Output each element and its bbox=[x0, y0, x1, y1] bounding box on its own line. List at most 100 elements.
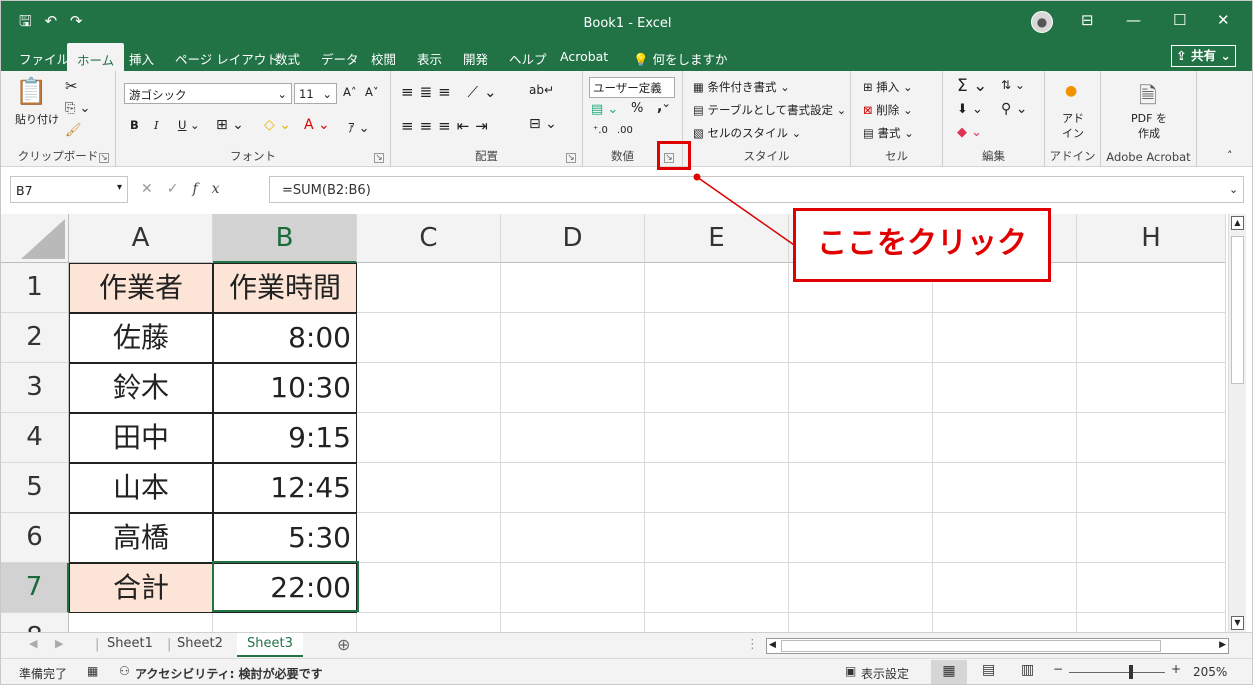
cell-b4[interactable]: 9:15 bbox=[213, 413, 357, 463]
zoom-in-icon[interactable]: + bbox=[1171, 662, 1181, 676]
share-button[interactable]: ⇪ 共有 ⌄ bbox=[1171, 45, 1236, 67]
percent-style-button[interactable]: % bbox=[631, 101, 643, 116]
collapse-ribbon-icon[interactable]: ˄ bbox=[1227, 149, 1233, 162]
cut-icon[interactable]: ✂ bbox=[65, 77, 78, 95]
empty-cell[interactable] bbox=[501, 513, 645, 563]
merge-center-icon[interactable]: ⊟ ⌄ bbox=[529, 116, 557, 132]
empty-cell[interactable] bbox=[645, 513, 789, 563]
tab-review[interactable]: 校閲 bbox=[371, 49, 396, 68]
select-all-corner[interactable] bbox=[1, 214, 69, 263]
cell-a6[interactable]: 高橋 bbox=[69, 513, 213, 563]
bold-button[interactable]: B bbox=[130, 118, 139, 132]
row-header-6[interactable]: 6 bbox=[1, 513, 69, 563]
empty-cell[interactable] bbox=[789, 413, 933, 463]
horizontal-align-icons[interactable]: ≡≡≡⇤⇥ bbox=[401, 117, 494, 135]
vertical-scroll-thumb[interactable] bbox=[1231, 236, 1244, 384]
empty-cell[interactable] bbox=[357, 563, 501, 613]
conditional-formatting-button[interactable]: ▦ 条件付き書式 ⌄ bbox=[693, 79, 790, 95]
sheet-tab-3[interactable]: Sheet3 bbox=[237, 633, 303, 657]
scroll-up-icon[interactable]: ▲ bbox=[1231, 216, 1244, 230]
cell-a2[interactable]: 佐藤 bbox=[69, 313, 213, 363]
underline-button[interactable]: U bbox=[178, 118, 186, 132]
normal-view-icon[interactable]: ▦ bbox=[931, 660, 967, 684]
formula-input[interactable]: =SUM(B2:B6) bbox=[269, 176, 1244, 203]
cell-a5[interactable]: 山本 bbox=[69, 463, 213, 513]
row-header-5[interactable]: 5 bbox=[1, 463, 69, 513]
accessibility-status[interactable]: アクセシビリティ: 検討が必要です bbox=[135, 665, 323, 682]
decrease-decimal-icon[interactable]: .00 bbox=[617, 125, 633, 136]
delete-cells-button[interactable]: ⊠ 削除 ⌄ bbox=[863, 102, 913, 118]
empty-cell[interactable] bbox=[933, 463, 1077, 513]
phonetic-icon[interactable]: ｱ ⌄ bbox=[348, 117, 370, 136]
column-header-b[interactable]: B bbox=[213, 214, 357, 263]
italic-button[interactable]: I bbox=[154, 118, 159, 132]
cell-b3[interactable]: 10:30 bbox=[213, 363, 357, 413]
empty-cell[interactable] bbox=[357, 463, 501, 513]
row-header-2[interactable]: 2 bbox=[1, 313, 69, 363]
clipboard-launcher-icon[interactable]: ↘ bbox=[99, 153, 109, 163]
addins-icon[interactable]: ● bbox=[1065, 83, 1077, 99]
cell-a4[interactable]: 田中 bbox=[69, 413, 213, 463]
row-header-3[interactable]: 3 bbox=[1, 363, 69, 413]
find-select-icon[interactable]: ⚲ ⌄ bbox=[1001, 101, 1027, 117]
empty-cell[interactable] bbox=[645, 313, 789, 363]
ribbon-display-icon[interactable]: ⊟ bbox=[1081, 11, 1094, 29]
increase-decimal-icon[interactable]: ⁺.0 bbox=[593, 125, 608, 136]
zoom-level[interactable]: 205% bbox=[1193, 665, 1227, 679]
new-sheet-icon[interactable]: ⊕ bbox=[337, 635, 350, 654]
empty-cell[interactable] bbox=[501, 313, 645, 363]
horizontal-scroll-thumb[interactable] bbox=[781, 640, 1161, 652]
empty-cell[interactable] bbox=[789, 513, 933, 563]
column-header-h[interactable]: H bbox=[1077, 214, 1226, 263]
close-button[interactable]: ✕ bbox=[1217, 11, 1230, 29]
column-header-d[interactable]: D bbox=[501, 214, 645, 263]
cell-a3[interactable]: 鈴木 bbox=[69, 363, 213, 413]
sheet-tab-2[interactable]: Sheet2 bbox=[177, 636, 223, 651]
row-header-1[interactable]: 1 bbox=[1, 263, 69, 313]
empty-cell[interactable] bbox=[789, 313, 933, 363]
scroll-right-icon[interactable]: ▶ bbox=[1219, 640, 1226, 650]
format-cells-button[interactable]: ▤ 書式 ⌄ bbox=[863, 125, 914, 141]
cell-b1[interactable]: 作業時間 bbox=[213, 263, 357, 313]
empty-cell[interactable] bbox=[1077, 413, 1226, 463]
accounting-format-icon[interactable]: ▤ ⌄ bbox=[591, 102, 618, 117]
empty-cell[interactable] bbox=[1077, 263, 1226, 313]
empty-cell[interactable] bbox=[645, 263, 789, 313]
empty-cell[interactable] bbox=[645, 613, 789, 632]
next-sheet-icon[interactable]: ▶ bbox=[55, 637, 63, 650]
split-handle-icon[interactable]: ⋮ bbox=[746, 637, 759, 652]
empty-cell[interactable] bbox=[1077, 463, 1226, 513]
empty-cell[interactable] bbox=[357, 513, 501, 563]
format-as-table-button[interactable]: ▤ テーブルとして書式設定 ⌄ bbox=[693, 102, 846, 118]
insert-cells-button[interactable]: ⊞ 挿入 ⌄ bbox=[863, 79, 913, 95]
empty-cell[interactable] bbox=[1077, 613, 1226, 632]
underline-dropdown-icon[interactable]: ⌄ bbox=[190, 118, 200, 132]
sort-filter-icon[interactable]: ⇅ ⌄ bbox=[1001, 78, 1025, 92]
empty-cell[interactable] bbox=[357, 363, 501, 413]
font-launcher-icon[interactable]: ↘ bbox=[374, 153, 384, 163]
cell-b2[interactable]: 8:00 bbox=[213, 313, 357, 363]
empty-cell[interactable] bbox=[1077, 563, 1226, 613]
row-header-4[interactable]: 4 bbox=[1, 413, 69, 463]
column-header-e[interactable]: E bbox=[645, 214, 789, 263]
tab-formulas[interactable]: 数式 bbox=[275, 49, 300, 68]
empty-cell[interactable] bbox=[789, 563, 933, 613]
empty-cell[interactable] bbox=[645, 563, 789, 613]
empty-cell[interactable] bbox=[501, 463, 645, 513]
empty-cell[interactable] bbox=[501, 613, 645, 632]
vertical-align-icons[interactable]: ≡≣≡ ⟋⌄ bbox=[401, 83, 503, 101]
comma-style-button[interactable]: , bbox=[657, 99, 662, 115]
vertical-scrollbar[interactable]: ▲ ▼ bbox=[1228, 214, 1246, 632]
tab-home[interactable]: ホーム bbox=[67, 43, 125, 71]
prev-sheet-icon[interactable]: ◀ bbox=[29, 637, 37, 650]
macro-record-icon[interactable]: ▦ bbox=[87, 664, 98, 678]
row-header-8[interactable]: 8 bbox=[1, 613, 69, 632]
page-break-view-icon[interactable]: ▥ bbox=[1021, 662, 1034, 678]
tab-view[interactable]: 表示 bbox=[417, 49, 442, 68]
cell-styles-button[interactable]: ▧ セルのスタイル ⌄ bbox=[693, 125, 801, 141]
page-layout-view-icon[interactable]: ▤ bbox=[982, 662, 995, 678]
zoom-slider-thumb[interactable] bbox=[1129, 665, 1133, 679]
tab-page-layout[interactable]: ページ レイアウト bbox=[175, 49, 279, 68]
empty-cell[interactable] bbox=[501, 563, 645, 613]
empty-cell[interactable] bbox=[501, 363, 645, 413]
